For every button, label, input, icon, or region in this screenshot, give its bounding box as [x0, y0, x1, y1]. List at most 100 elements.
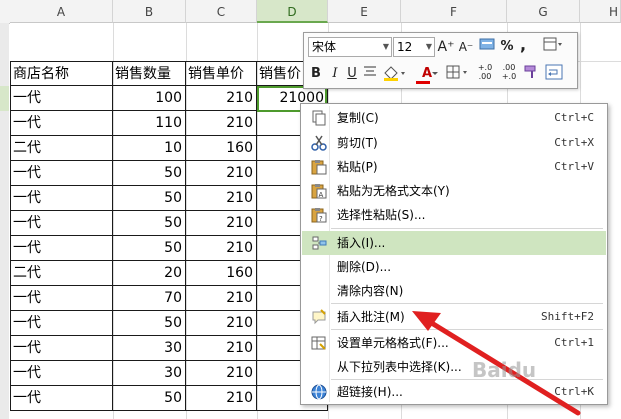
chevron-down-icon: ▼ [382, 42, 389, 51]
table-cell[interactable]: 160 [186, 136, 257, 161]
menu-item-copy[interactable]: 复制(C) Ctrl+C [302, 106, 606, 130]
table-cell[interactable]: 160 [186, 261, 257, 286]
menu-item-format-cells[interactable]: 设置单元格格式(F)... Ctrl+1 [302, 331, 606, 355]
table-cell[interactable]: 一代 [10, 311, 113, 336]
increase-decimal-button[interactable]: +.0 .00 [474, 63, 496, 83]
header-cell[interactable]: 销售单价 [186, 61, 257, 86]
table-cell[interactable]: 50 [113, 311, 186, 336]
menu-item-pick-from-list[interactable]: 从下拉列表中选择(K)... [302, 355, 606, 379]
menu-item-delete[interactable]: 删除(D)... [302, 255, 606, 279]
header-cell[interactable]: 商店名称 [10, 61, 113, 86]
menu-item-label: 设置单元格格式(F)... [337, 336, 449, 350]
select-all-corner[interactable] [0, 0, 10, 24]
underline-button[interactable]: U [345, 64, 359, 84]
table-cell[interactable]: 100 [113, 86, 186, 111]
menu-separator [331, 329, 603, 330]
table-cell[interactable]: 30 [113, 361, 186, 386]
borders-icon[interactable] [446, 64, 472, 84]
table-cell[interactable]: 一代 [10, 186, 113, 211]
table-cell[interactable]: 210 [186, 186, 257, 211]
row-header[interactable] [0, 23, 9, 61]
table-cell[interactable]: 20 [113, 261, 186, 286]
column-header-a[interactable]: A [10, 0, 113, 23]
table-cell[interactable]: 210 [186, 336, 257, 361]
font-size-select[interactable]: 12 ▼ [393, 37, 435, 57]
menu-item-paste[interactable]: 粘贴(P) Ctrl+V [302, 155, 606, 179]
table-cell[interactable]: 一代 [10, 361, 113, 386]
table-cell[interactable]: 50 [113, 386, 186, 411]
paste-text-icon: A [311, 184, 327, 199]
table-cell[interactable]: 一代 [10, 236, 113, 261]
font-name-select[interactable]: 宋体 ▼ [308, 37, 392, 57]
column-header-g[interactable]: G [507, 0, 580, 23]
column-header-c[interactable]: C [186, 0, 257, 23]
column-header-d[interactable]: D [257, 0, 328, 23]
font-size-value: 12 [397, 40, 413, 54]
table-cell[interactable]: 一代 [10, 336, 113, 361]
table-cell[interactable]: 二代 [10, 261, 113, 286]
table-cell[interactable]: 50 [113, 186, 186, 211]
menu-item-insert-comment[interactable]: 插入批注(M) Shift+F2 [302, 305, 606, 329]
wrap-text-icon[interactable] [544, 64, 564, 84]
align-center-icon[interactable] [362, 64, 378, 84]
table-cell[interactable]: 50 [113, 161, 186, 186]
menu-item-label: 复制(C) [337, 111, 379, 125]
table-cell[interactable]: 一代 [10, 86, 113, 111]
menu-item-paste-special[interactable]: ? 选择性粘贴(S)... [302, 203, 606, 227]
table-cell[interactable]: 210 [186, 111, 257, 136]
column-header-b[interactable]: B [113, 0, 186, 23]
font-color-button[interactable]: A [414, 64, 440, 84]
fill-color-icon[interactable] [382, 64, 408, 84]
table-cell[interactable]: 110 [113, 111, 186, 136]
menu-item-hyperlink[interactable]: 超链接(H)... Ctrl+K [302, 380, 606, 404]
menu-item-insert[interactable]: 插入(I)... [302, 231, 606, 255]
menu-separator [331, 228, 603, 229]
table-cell[interactable]: 210 [186, 386, 257, 411]
table-cell[interactable]: 210 [186, 211, 257, 236]
menu-item-clear-contents[interactable]: 清除内容(N) [302, 279, 606, 303]
row-headers[interactable] [0, 111, 9, 419]
table-cell[interactable]: 210 [186, 86, 257, 111]
hyperlink-icon [311, 384, 327, 400]
table-cell[interactable]: 210 [186, 286, 257, 311]
font-color-swatch [416, 81, 430, 84]
table-cell[interactable]: 70 [113, 286, 186, 311]
format-painter-icon[interactable] [522, 64, 540, 84]
table-cell[interactable]: 二代 [10, 136, 113, 161]
menu-item-label: 删除(D)... [337, 260, 392, 274]
table-cell[interactable]: 一代 [10, 211, 113, 236]
table-cell[interactable]: 10 [113, 136, 186, 161]
scissors-icon [311, 135, 327, 151]
table-cell[interactable]: 210 [186, 361, 257, 386]
table-cell[interactable]: 一代 [10, 161, 113, 186]
menu-item-paste-as-text[interactable]: A 粘贴为无格式文本(Y) [302, 179, 606, 203]
menu-item-label: 粘贴为无格式文本(Y) [337, 184, 450, 198]
table-cell[interactable]: 30 [113, 336, 186, 361]
header-cell[interactable]: 销售数量 [113, 61, 186, 86]
table-cell[interactable]: 210 [186, 161, 257, 186]
row-header-selected[interactable] [0, 86, 9, 111]
column-header-e[interactable]: E [328, 0, 401, 23]
column-header-f[interactable]: F [401, 0, 507, 23]
shrink-font-button[interactable]: A⁻ [457, 37, 475, 57]
cell-style-icon[interactable] [477, 37, 497, 57]
comma-button[interactable]: , [516, 35, 530, 55]
menu-item-label: 剪切(T) [337, 136, 378, 150]
italic-button[interactable]: I [328, 64, 342, 84]
table-cell[interactable]: 50 [113, 236, 186, 261]
grow-font-button[interactable]: A⁺ [437, 37, 455, 57]
table-cell[interactable]: 一代 [10, 111, 113, 136]
table-cell[interactable]: 50 [113, 211, 186, 236]
table-cell[interactable]: 210 [186, 236, 257, 261]
copy-icon [312, 110, 326, 126]
menu-item-cut[interactable]: 剪切(T) Ctrl+X [302, 131, 606, 155]
bold-button[interactable]: B [308, 64, 324, 84]
table-cell[interactable]: 一代 [10, 286, 113, 311]
table-cell[interactable]: 一代 [10, 386, 113, 411]
row-header[interactable] [0, 61, 9, 86]
table-cell[interactable]: 210 [186, 311, 257, 336]
decrease-decimal-button[interactable]: .00 +.0 [498, 63, 520, 83]
border-style-icon[interactable] [542, 37, 564, 57]
percent-button[interactable]: % [499, 37, 515, 57]
column-header-h[interactable]: H [580, 0, 621, 23]
